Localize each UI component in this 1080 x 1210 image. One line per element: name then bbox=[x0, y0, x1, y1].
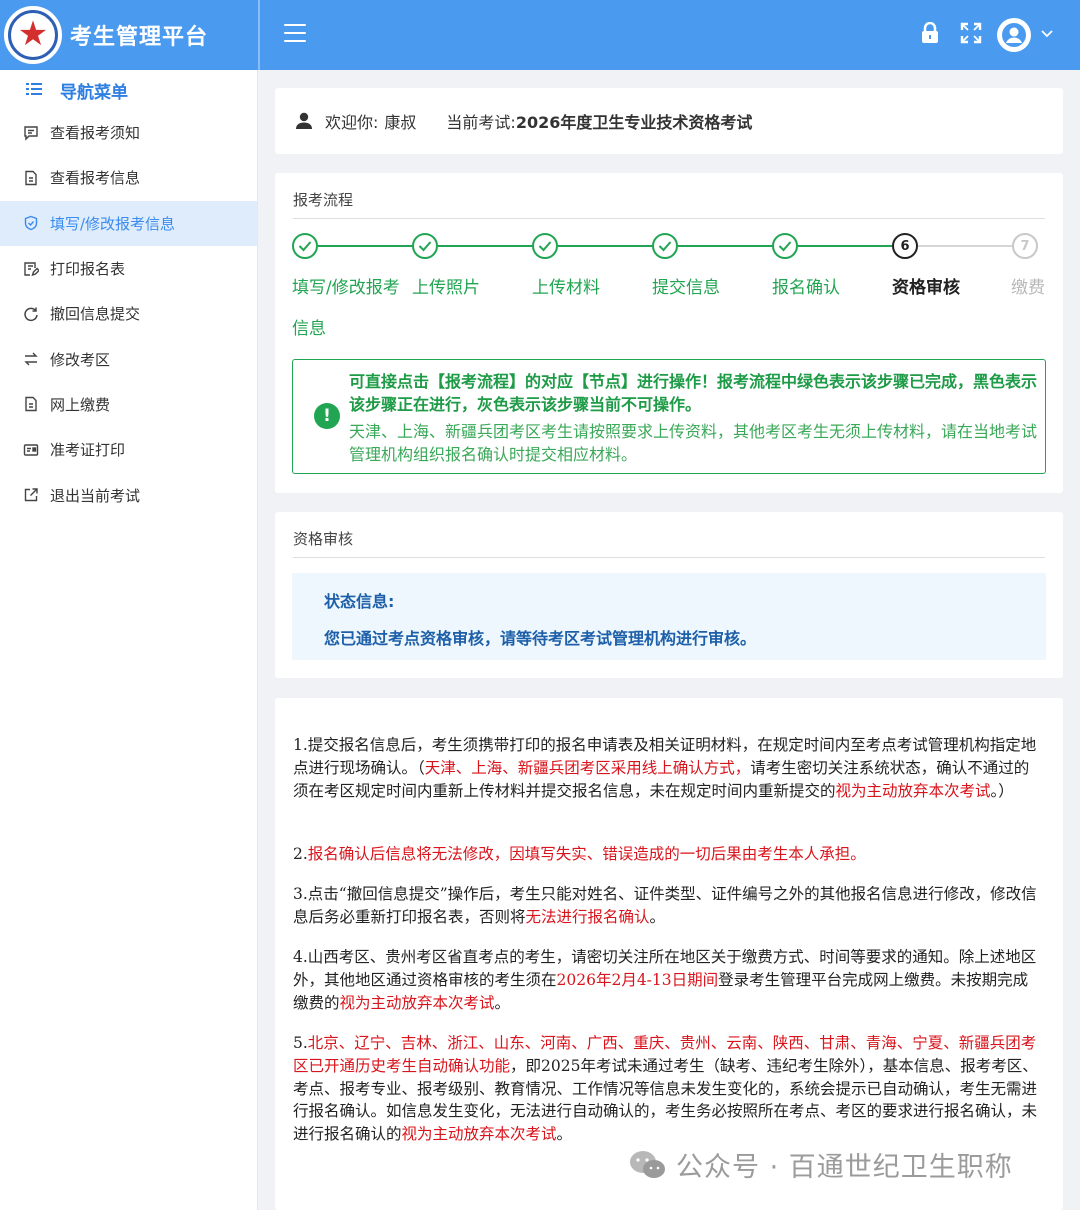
step-4-check-icon[interactable] bbox=[652, 233, 678, 259]
list-icon bbox=[26, 80, 42, 100]
sidebar-item-label: 网上缴费 bbox=[50, 395, 111, 414]
greeting-label: 欢迎你: bbox=[325, 113, 379, 132]
notice-item-4: 4.山西考区、贵州考区省直考点的考生，请密切关注所在地区关于缴费方式、时间等要求… bbox=[293, 948, 1037, 1012]
sidebar-item-label: 撤回信息提交 bbox=[50, 305, 141, 324]
edit-document-icon bbox=[22, 260, 40, 278]
review-panel: 资格审核 状态信息: 您已通过考点资格审核，请等待考区考试管理机构进行审核。 bbox=[275, 512, 1063, 678]
sidebar-item-fill-info[interactable]: 填写/修改报考信息 bbox=[0, 200, 257, 246]
nav-heading: 导航菜单 bbox=[0, 70, 257, 110]
step-3-label[interactable]: 上传材料 bbox=[532, 268, 652, 309]
user-name: 康叔 bbox=[384, 113, 417, 132]
lock-icon[interactable] bbox=[920, 21, 944, 46]
welcome-bar: 欢迎你: 康叔 当前考试: 2026年度卫生专业技术资格考试 bbox=[275, 88, 1063, 154]
step-connector bbox=[438, 245, 532, 247]
process-panel: 报考流程 6 7 填写/修改报考 信息 上传照片 上传材料 提交信息 报名确认 … bbox=[275, 173, 1063, 493]
alert-bold-text: 可直接点击【报考流程】的对应【节点】进行操作！报考流程中绿色表示该步骤已完成，黑… bbox=[349, 372, 1038, 414]
status-message: 您已通过考点资格审核，请等待考区考试管理机构进行审核。 bbox=[324, 629, 757, 648]
swap-icon bbox=[22, 350, 40, 368]
step-connector bbox=[318, 245, 412, 247]
sidebar-item-withdraw[interactable]: 撤回信息提交 bbox=[0, 291, 257, 336]
step-6-number[interactable]: 6 bbox=[892, 233, 918, 259]
section-divider bbox=[293, 218, 1045, 219]
notice-item-3: 3.点击“撤回信息提交”操作后，考生只能对姓名、证件类型、证件编号之外的其他报名… bbox=[293, 885, 1037, 926]
notice-item-1: 1.提交报名信息后，考生须携带打印的报名申请表及相关证明材料，在规定时间内至考点… bbox=[293, 736, 1037, 800]
sidebar-item-label: 查看报考信息 bbox=[50, 169, 141, 188]
sidebar-item-label: 准考证打印 bbox=[50, 441, 126, 460]
chevron-down-icon[interactable] bbox=[1040, 25, 1058, 43]
wechat-icon bbox=[628, 1149, 668, 1181]
step-1-check-icon[interactable] bbox=[292, 233, 318, 259]
refresh-icon bbox=[22, 305, 40, 323]
sidebar-item-change-area[interactable]: 修改考区 bbox=[0, 336, 257, 381]
sidebar-item-exam-info[interactable]: 查看报考信息 bbox=[0, 155, 257, 200]
step-1-label[interactable]: 填写/修改报考 信息 bbox=[292, 268, 412, 350]
step-connector bbox=[798, 245, 892, 247]
alert-text: 天津、上海、新疆兵团考区考生请按照要求上传资料，其他考区考生无须上传材料，请在当… bbox=[349, 422, 1038, 464]
sidebar-item-label: 查看报考须知 bbox=[50, 124, 141, 143]
sidebar-item-admission-ticket[interactable]: 准考证打印 bbox=[0, 427, 257, 472]
header-divider bbox=[258, 0, 260, 70]
sidebar-item-label: 打印报名表 bbox=[50, 260, 126, 279]
sidebar-item-exam-notice[interactable]: 查看报考须知 bbox=[0, 110, 257, 155]
status-heading: 状态信息: bbox=[324, 592, 395, 611]
step-7-number: 7 bbox=[1012, 233, 1038, 259]
step-7-label: 缴费 bbox=[1011, 278, 1045, 298]
id-card-icon bbox=[22, 441, 40, 459]
sidebar: 导航菜单 查看报考须知 查看报考信息 填写/修改报考信息 打印报名表 撤回信息提… bbox=[0, 70, 258, 1210]
process-alert: ! 可直接点击【报考流程】的对应【节点】进行操作！报考流程中绿色表示该步骤已完成… bbox=[292, 359, 1046, 474]
hamburger-menu-icon[interactable] bbox=[284, 24, 306, 46]
top-bar: ★ 考生管理平台 bbox=[0, 0, 1080, 70]
brand-area[interactable]: ★ 考生管理平台 bbox=[0, 0, 260, 70]
sidebar-item-print-form[interactable]: 打印报名表 bbox=[0, 246, 257, 291]
app-title: 考生管理平台 bbox=[70, 25, 209, 50]
nav-heading-label: 导航菜单 bbox=[60, 82, 128, 103]
sidebar-item-exit-exam[interactable]: 退出当前考试 bbox=[0, 472, 257, 517]
step-2-check-icon[interactable] bbox=[412, 233, 438, 259]
sidebar-item-label: 填写/修改报考信息 bbox=[50, 214, 176, 233]
fullscreen-icon[interactable] bbox=[960, 22, 984, 46]
watermark-text: 公众号 · 百通世纪卫生职称 bbox=[676, 1152, 1013, 1183]
section-divider bbox=[293, 557, 1045, 558]
current-exam-name: 2026年度卫生专业技术资格考试 bbox=[515, 113, 753, 132]
sidebar-item-payment[interactable]: 网上缴费 bbox=[0, 382, 257, 427]
process-title: 报考流程 bbox=[293, 191, 354, 209]
sidebar-item-label: 退出当前考试 bbox=[50, 486, 141, 505]
user-avatar[interactable] bbox=[997, 18, 1031, 52]
step-6-label[interactable]: 资格审核 bbox=[892, 268, 1012, 309]
exclamation-icon: ! bbox=[314, 403, 340, 429]
document-icon bbox=[22, 169, 40, 187]
logo-emblem: ★ bbox=[4, 6, 62, 64]
current-exam-label: 当前考试: bbox=[446, 113, 516, 132]
document-icon bbox=[22, 395, 40, 413]
check-shield-icon bbox=[22, 214, 40, 232]
step-5-label[interactable]: 报名确认 bbox=[772, 268, 892, 309]
message-square-icon bbox=[22, 124, 40, 142]
step-connector bbox=[918, 245, 1012, 247]
step-4-label[interactable]: 提交信息 bbox=[652, 268, 772, 309]
step-connector bbox=[678, 245, 772, 247]
watermark: 公众号 · 百通世纪卫生职称 bbox=[628, 1145, 1013, 1184]
external-link-icon bbox=[22, 486, 40, 504]
status-box: 状态信息: 您已通过考点资格审核，请等待考区考试管理机构进行审核。 bbox=[292, 573, 1046, 660]
notice-panel: 1.提交报名信息后，考生须携带打印的报名申请表及相关证明材料，在规定时间内至考点… bbox=[275, 698, 1063, 1210]
step-connector bbox=[558, 245, 652, 247]
sidebar-item-label: 修改考区 bbox=[50, 350, 111, 369]
step-5-check-icon[interactable] bbox=[772, 233, 798, 259]
notice-item-5: 5.北京、辽宁、吉林、浙江、山东、河南、广西、重庆、贵州、云南、陕西、甘肃、青海… bbox=[293, 1034, 1038, 1144]
step-2-label[interactable]: 上传照片 bbox=[412, 268, 532, 309]
notice-item-2: 2.报名确认后信息将无法修改，因填写失实、错误造成的一切后果由考生本人承担。 bbox=[293, 845, 866, 863]
user-icon bbox=[295, 112, 313, 130]
step-3-check-icon[interactable] bbox=[532, 233, 558, 259]
review-title: 资格审核 bbox=[293, 530, 354, 548]
